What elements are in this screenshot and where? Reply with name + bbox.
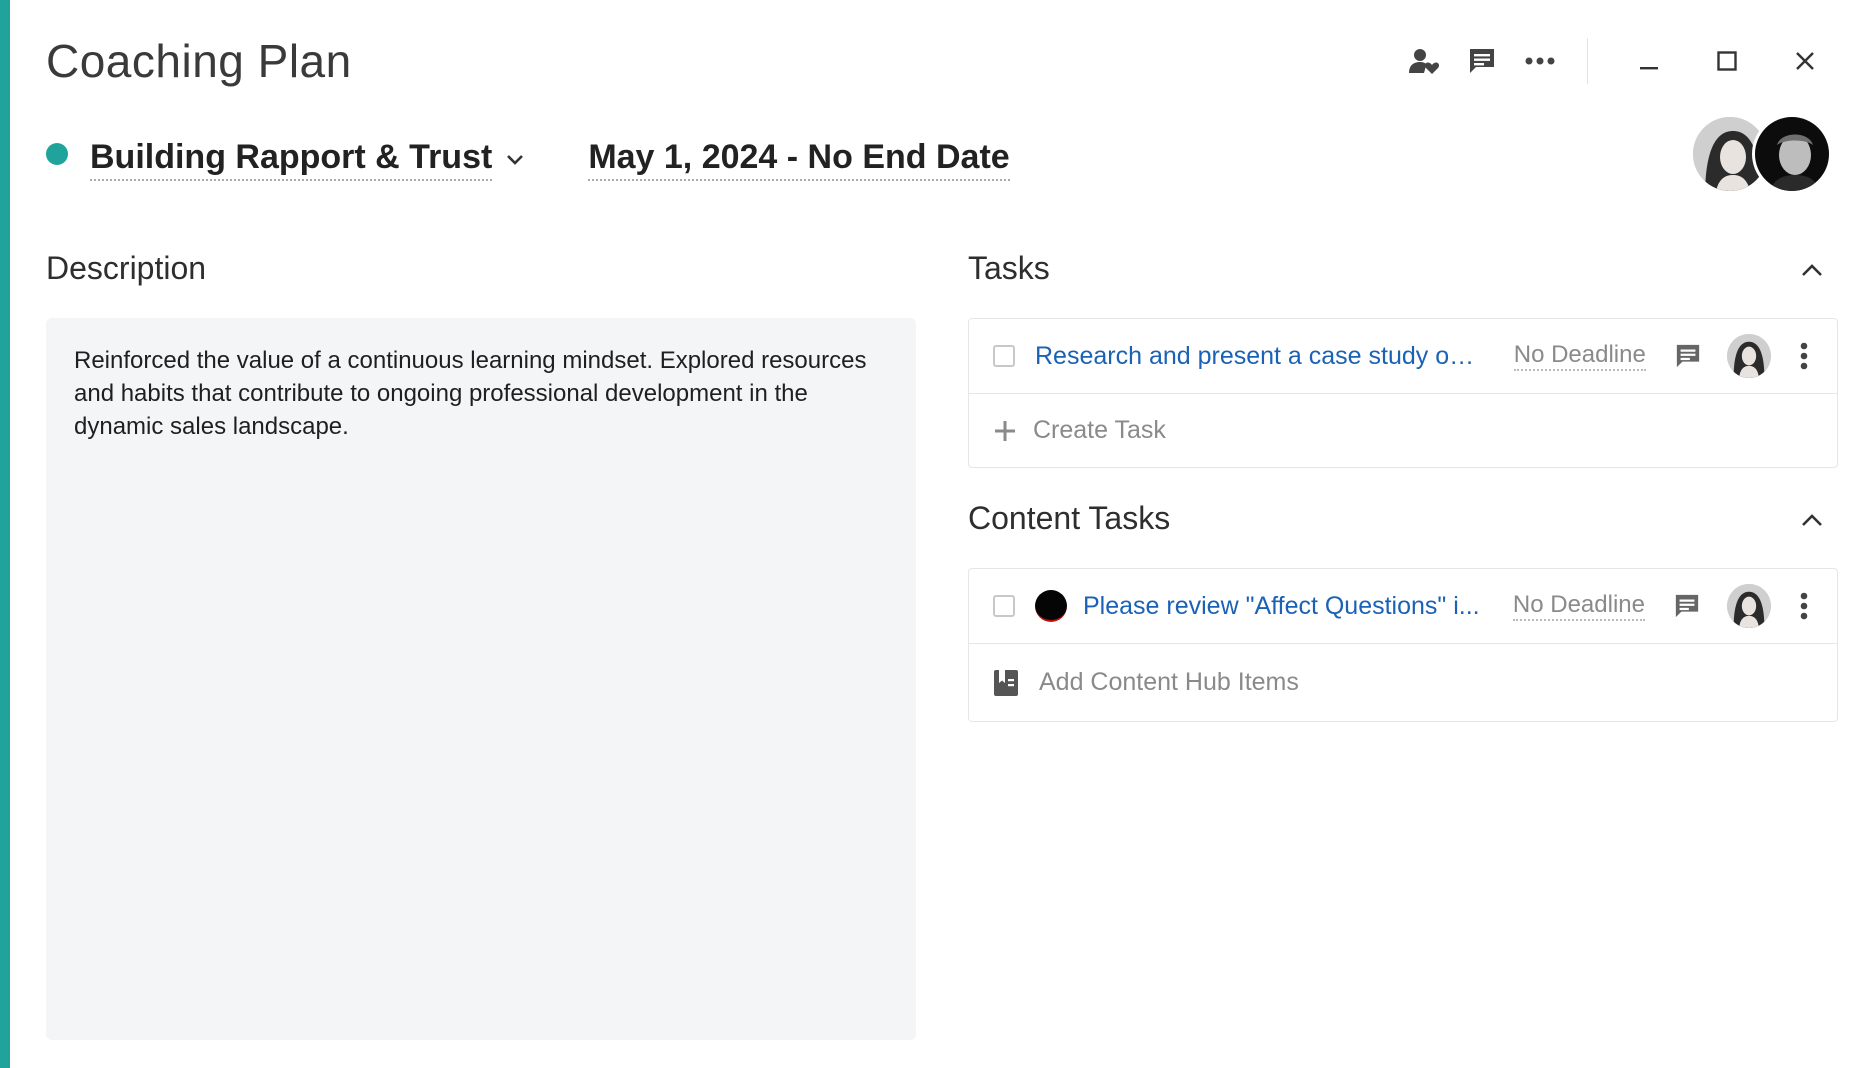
minimize-icon — [1640, 67, 1658, 70]
plan-dropdown-toggle[interactable] — [502, 147, 528, 173]
avatar[interactable] — [1752, 114, 1832, 194]
accent-bar — [0, 0, 10, 1068]
comment-icon — [1676, 344, 1699, 368]
status-indicator — [46, 142, 68, 165]
comment-icon — [1470, 49, 1494, 73]
more-options-button[interactable] — [1511, 40, 1569, 82]
create-task-label: Create Task — [1033, 416, 1166, 444]
more-vertical-icon — [1800, 592, 1808, 620]
content-tasks-panel: Please review "Affect Questions" i... No… — [968, 568, 1838, 722]
woman-portrait-icon — [1727, 334, 1772, 378]
maximize-button[interactable] — [1688, 40, 1766, 82]
tasks-collapse-button[interactable] — [1792, 250, 1832, 290]
tasks-heading: Tasks — [968, 250, 1050, 286]
more-vertical-icon — [1800, 342, 1808, 370]
add-content-hub-label: Add Content Hub Items — [1039, 668, 1299, 696]
chevron-down-icon — [507, 154, 524, 165]
plus-icon — [995, 420, 1015, 441]
content-task-menu-button[interactable] — [1789, 592, 1819, 620]
add-content-hub-row[interactable]: Add Content Hub Items — [969, 643, 1837, 721]
task-checkbox[interactable] — [993, 345, 1015, 367]
create-task-row[interactable]: Create Task — [969, 393, 1837, 467]
description-box[interactable]: Reinforced the value of a continuous lea… — [46, 318, 916, 1040]
woman-portrait-icon — [1727, 584, 1771, 628]
participant-avatars — [1690, 114, 1832, 194]
man-portrait-icon — [1755, 117, 1829, 191]
window-toolbar — [1395, 38, 1844, 84]
participants-button[interactable] — [1395, 40, 1453, 82]
content-tasks-heading: Content Tasks — [968, 500, 1171, 536]
minimize-button[interactable] — [1610, 40, 1688, 82]
maximize-icon — [1717, 51, 1737, 71]
toolbar-divider — [1587, 38, 1588, 84]
more-horizontal-icon — [1525, 57, 1555, 65]
description-heading: Description — [46, 250, 207, 286]
content-type-icon — [1035, 590, 1067, 622]
task-assignee-avatar[interactable] — [1727, 334, 1772, 378]
content-task-comment-button[interactable] — [1665, 593, 1709, 619]
plan-header: Building Rapport & Trust May 1, 2024 - N… — [46, 138, 1010, 181]
content-task-assignee-avatar[interactable] — [1727, 584, 1771, 628]
task-deadline[interactable]: No Deadline — [1513, 341, 1646, 371]
task-title-link[interactable]: Research and present a case study on ... — [1035, 342, 1486, 371]
description-text: Reinforced the value of a continuous lea… — [74, 347, 867, 440]
chevron-up-icon — [1802, 514, 1822, 526]
content-task-title-link[interactable]: Please review "Affect Questions" i... — [1083, 592, 1485, 621]
task-menu-button[interactable] — [1789, 342, 1819, 370]
chevron-up-icon — [1802, 264, 1822, 276]
task-comment-button[interactable] — [1666, 343, 1710, 369]
close-button[interactable] — [1766, 40, 1844, 82]
content-tasks-collapse-button[interactable] — [1792, 500, 1832, 540]
page-title: Coaching Plan — [46, 35, 352, 87]
task-row: Research and present a case study on ...… — [969, 319, 1837, 393]
content-task-row: Please review "Affect Questions" i... No… — [969, 569, 1837, 643]
people-heart-icon — [1409, 49, 1440, 74]
close-icon — [1796, 52, 1814, 70]
tasks-panel: Research and present a case study on ...… — [968, 318, 1838, 468]
comments-button[interactable] — [1453, 40, 1511, 82]
content-hub-icon — [994, 669, 1018, 696]
coaching-plan-window: Coaching Plan Building Rapport & Trust M… — [10, 0, 1862, 1068]
comment-icon — [1675, 594, 1699, 618]
content-task-checkbox[interactable] — [993, 595, 1015, 617]
plan-name-selector[interactable]: Building Rapport & Trust — [90, 138, 493, 181]
content-task-deadline[interactable]: No Deadline — [1512, 591, 1645, 621]
plan-date-range[interactable]: May 1, 2024 - No End Date — [588, 138, 1010, 181]
